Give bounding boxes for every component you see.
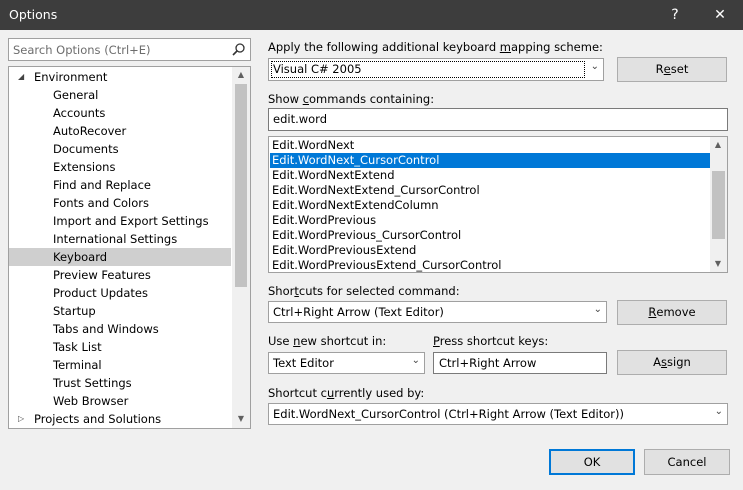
options-tree[interactable]: ◢ Environment General Accounts AutoRecover Do…: [8, 66, 251, 429]
tree-item-label: Projects and Solutions: [34, 412, 162, 426]
scroll-up-icon[interactable]: ▲: [710, 137, 726, 153]
tree-item-label: Terminal: [53, 358, 102, 372]
tree-item[interactable]: Terminal: [9, 356, 231, 374]
command-list-item[interactable]: Edit.WordPrevious_CursorControl: [270, 228, 710, 243]
tree-item-label: Trust Settings: [53, 376, 132, 390]
shortcuts-value: Ctrl+Right Arrow (Text Editor): [273, 305, 444, 319]
tree-item-label: Web Browser: [53, 394, 129, 408]
tree-item-label: International Settings: [53, 232, 178, 246]
close-button[interactable]: ✕: [700, 0, 740, 30]
tree-item[interactable]: Keyboard: [9, 248, 231, 266]
tree-item[interactable]: AutoRecover: [9, 122, 231, 140]
tree-item-label: Product Updates: [53, 286, 148, 300]
tree-item[interactable]: Web Browser: [9, 392, 231, 410]
tree-item[interactable]: ▷ Projects and Solutions: [9, 410, 231, 428]
search-input[interactable]: Search Options (Ctrl+E): [8, 38, 251, 61]
used-by-select[interactable]: Edit.WordNext_CursorControl (Ctrl+Right …: [268, 403, 728, 425]
command-filter-value: edit.word: [273, 112, 328, 126]
command-list-item[interactable]: Edit.WordNextExtend_CursorControl: [270, 183, 710, 198]
scroll-thumb[interactable]: [235, 84, 247, 287]
command-list-item[interactable]: Edit.WordNextExtend: [270, 168, 710, 183]
press-keys-label: Press shortcut keys:: [433, 334, 549, 348]
tree-item[interactable]: Accounts: [9, 104, 231, 122]
commands-scrollbar[interactable]: ▲ ▼: [710, 137, 727, 272]
shortcuts-label: Shortcuts for selected command:: [268, 284, 460, 298]
window-title: Options: [9, 7, 58, 22]
shortcuts-select[interactable]: Ctrl+Right Arrow (Text Editor) ⌄: [268, 301, 607, 323]
mapping-scheme-select[interactable]: Visual C# 2005 ⌄: [268, 58, 604, 81]
cancel-button[interactable]: Cancel: [644, 449, 730, 475]
chevron-down-icon: ⌄: [593, 304, 602, 315]
command-filter-input[interactable]: edit.word: [268, 108, 728, 131]
tree-item-label: Task List: [53, 340, 102, 354]
scroll-thumb[interactable]: [712, 171, 725, 239]
command-list-item[interactable]: Edit.WordPrevious: [270, 213, 710, 228]
new-shortcut-label: Use new shortcut in:: [268, 334, 387, 348]
tree-item[interactable]: Trust Settings: [9, 374, 231, 392]
chevron-down-icon: ⌄: [590, 61, 599, 72]
tree-item[interactable]: Product Updates: [9, 284, 231, 302]
tree-item-label: AutoRecover: [53, 124, 127, 138]
tree-scrollbar[interactable]: ▲ ▼: [232, 67, 250, 428]
tree-item[interactable]: General: [9, 86, 231, 104]
used-by-value: Edit.WordNext_CursorControl (Ctrl+Right …: [273, 407, 624, 421]
tree-item[interactable]: Task List: [9, 338, 231, 356]
tree-item-label: Fonts and Colors: [53, 196, 149, 210]
tree-item-label: Tabs and Windows: [53, 322, 159, 336]
tree-item[interactable]: Preview Features: [9, 266, 231, 284]
tree-item[interactable]: Import and Export Settings: [9, 212, 231, 230]
tree-item-label: General: [53, 88, 99, 102]
tree-item[interactable]: Extensions: [9, 158, 231, 176]
command-list-item[interactable]: Edit.WordPreviousExtend_CursorControl: [270, 258, 710, 272]
tree-item[interactable]: Startup: [9, 302, 231, 320]
shortcut-keys-input[interactable]: Ctrl+Right Arrow: [433, 352, 607, 374]
tree-item-label: Find and Replace: [53, 178, 151, 192]
command-list-item[interactable]: Edit.WordNextExtendColumn: [270, 198, 710, 213]
options-dialog: Options ? ✕ Search Options (Ctrl+E) ◢ Env…: [0, 0, 743, 490]
tree-item[interactable]: International Settings: [9, 230, 231, 248]
tree-item-label: Keyboard: [53, 250, 108, 264]
new-shortcut-scope-select[interactable]: Text Editor ⌄: [268, 352, 425, 374]
remove-button[interactable]: Remove: [617, 300, 727, 325]
chevron-down-icon: ⌄: [714, 406, 723, 417]
tree-item[interactable]: Find and Replace: [9, 176, 231, 194]
used-by-label: Shortcut currently used by:: [268, 386, 425, 400]
tree-item-label: Import and Export Settings: [53, 214, 209, 228]
new-shortcut-scope-value: Text Editor: [273, 356, 334, 370]
tree-item-label: Extensions: [53, 160, 116, 174]
assign-button[interactable]: Assign: [617, 350, 727, 375]
tree-item-label: Documents: [53, 142, 119, 156]
tree-item[interactable]: Tabs and Windows: [9, 320, 231, 338]
mapping-scheme-label: Apply the following additional keyboard …: [268, 40, 603, 54]
tree-item-label: Environment: [34, 70, 108, 84]
tree-item-label: Accounts: [53, 106, 106, 120]
collapsed-arrow-icon[interactable]: ▷: [18, 410, 24, 428]
tree-item-label: Startup: [53, 304, 96, 318]
command-list-item[interactable]: Edit.WordNext_CursorControl: [270, 153, 710, 168]
scroll-down-icon[interactable]: ▼: [710, 256, 726, 272]
command-list-item[interactable]: Edit.WordPreviousExtend: [270, 243, 710, 258]
ok-button[interactable]: OK: [549, 449, 635, 475]
tree-item[interactable]: Fonts and Colors: [9, 194, 231, 212]
tree-item[interactable]: ◢ Environment: [9, 68, 231, 86]
reset-button[interactable]: Reset: [617, 57, 727, 82]
scroll-down-icon[interactable]: ▼: [233, 411, 249, 427]
command-list-item[interactable]: Edit.WordNext: [270, 138, 710, 153]
chevron-down-icon: ⌄: [411, 355, 420, 366]
search-placeholder: Search Options (Ctrl+E): [13, 43, 151, 57]
mapping-scheme-value: Visual C# 2005: [273, 62, 362, 76]
search-icon[interactable]: [232, 42, 248, 58]
show-commands-label: Show commands containing:: [268, 92, 435, 106]
commands-list[interactable]: Edit.WordNext Edit.WordNext_CursorControl…: [268, 136, 728, 273]
shortcut-keys-value: Ctrl+Right Arrow: [439, 356, 537, 370]
tree-item-label: Preview Features: [53, 268, 151, 282]
tree-item[interactable]: Documents: [9, 140, 231, 158]
help-button[interactable]: ?: [655, 0, 695, 30]
scroll-up-icon[interactable]: ▲: [233, 67, 249, 83]
title-bar: Options ? ✕: [0, 0, 743, 30]
expanded-arrow-icon[interactable]: ◢: [18, 68, 24, 86]
